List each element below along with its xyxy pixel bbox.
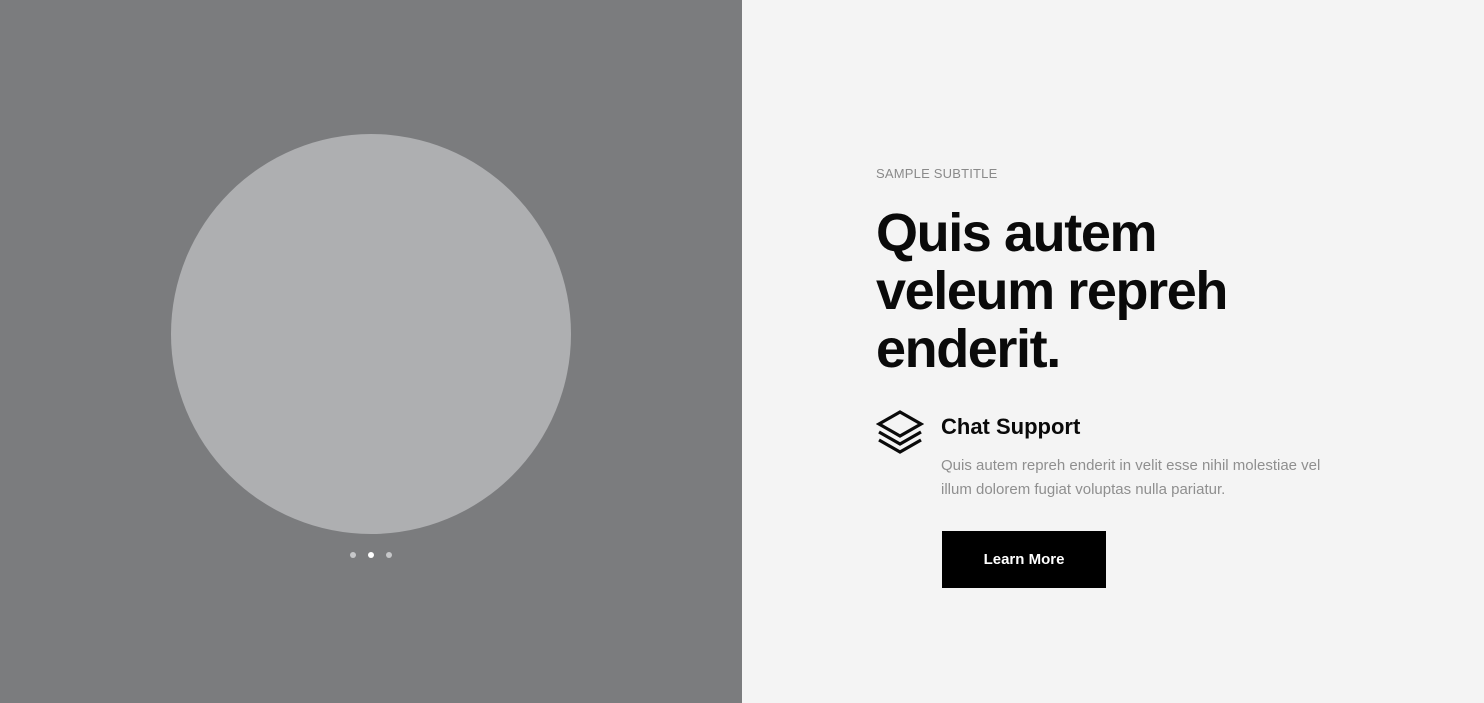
page: SAMPLE SUBTITLE Quis autem veleum repreh… — [0, 0, 1484, 703]
image-slider-panel — [0, 0, 742, 703]
section-subtitle: SAMPLE SUBTITLE — [876, 166, 998, 181]
content-panel: SAMPLE SUBTITLE Quis autem veleum repreh… — [742, 0, 1484, 703]
feature-text: Chat Support Quis autem repreh enderit i… — [941, 414, 1346, 502]
learn-more-button[interactable]: Learn More — [942, 531, 1106, 588]
layers-icon — [875, 408, 925, 456]
slider-dot-2[interactable] — [368, 552, 374, 558]
slider-pagination — [0, 552, 742, 558]
placeholder-image-circle — [171, 134, 571, 534]
slider-dot-1[interactable] — [350, 552, 356, 558]
feature-description: Quis autem repreh enderit in velit esse … — [941, 457, 1321, 498]
section-headline: Quis autem veleum repreh enderit. — [876, 203, 1228, 379]
feature-title: Chat Support — [941, 414, 1081, 439]
content-block: SAMPLE SUBTITLE Quis autem veleum repreh… — [875, 166, 1356, 588]
slider-dot-3[interactable] — [386, 552, 392, 558]
feature-item: Chat Support Quis autem repreh enderit i… — [875, 410, 1356, 502]
